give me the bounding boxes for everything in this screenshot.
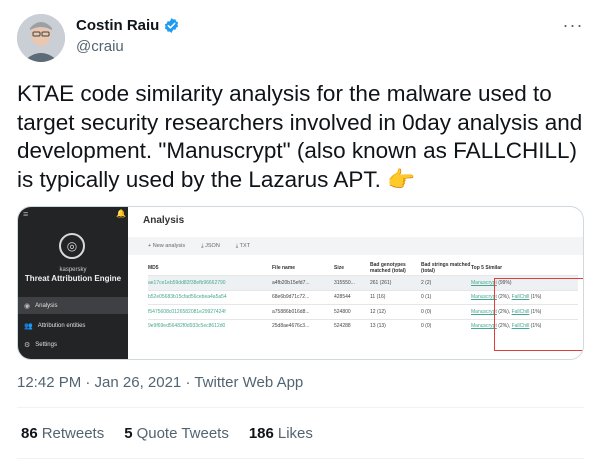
cell-file: a75886b016d8...: [272, 308, 310, 315]
more-options-icon[interactable]: ···: [558, 12, 588, 38]
similar-link: Manuscrypt: [471, 294, 497, 301]
cell-strings: 2 (2): [421, 279, 432, 286]
cell-file: a4fb20b15efd7...: [272, 279, 310, 286]
cell-size: 315550...: [334, 279, 355, 286]
column-bad-strings: Bad strings matched (total): [421, 262, 471, 274]
cell-strings: 0 (0): [421, 308, 432, 315]
download-icon: ⤓: [201, 242, 204, 249]
tae-logo-icon: ◎: [59, 233, 85, 259]
author-name-row[interactable]: Costin Raiu: [76, 17, 180, 34]
cell-md5: f5475608c0126582081e29927424f: [148, 308, 226, 315]
product-name: Threat Attribution Engine: [24, 274, 122, 283]
panel-toolbar: + New analysis ⤓ JSON ⤓ TXT: [128, 237, 583, 255]
cell-genotypes: 261 (261): [370, 279, 392, 286]
json-label: JSON: [205, 242, 220, 249]
quotes-label: Quote Tweets: [136, 425, 229, 442]
kaspersky-sidebar: ≡ 🔔 ◎ kaspersky Threat Attribution Engin…: [18, 207, 128, 359]
panel-title: Analysis: [143, 215, 185, 226]
cell-strings: 0 (1): [421, 294, 432, 301]
entities-icon: 👥: [24, 322, 33, 330]
retweets-label: Retweets: [41, 425, 105, 442]
verified-badge-icon: [165, 18, 179, 33]
new-analysis-button: + New analysis: [148, 243, 186, 249]
avatar-image: [17, 14, 65, 62]
quotes-count: 5: [124, 425, 133, 442]
sidebar-item-label: Attribution entities: [37, 322, 86, 329]
cell-file: 68e6b9d71c72...: [272, 294, 310, 301]
tweet-stats: 86 Retweets 5 Quote Tweets 186 Likes: [21, 425, 313, 442]
cell-strings: 0 (0): [421, 323, 432, 330]
cell-md5: b52e05683b15cfad56cebea4a5a54: [148, 294, 227, 301]
tweet-text: KTAE code similarity analysis for the ma…: [17, 81, 583, 192]
sidebar-item-label: Settings: [35, 341, 57, 348]
tweet-media-image[interactable]: ≡ 🔔 ◎ kaspersky Threat Attribution Engin…: [17, 206, 584, 360]
cell-size: 428544: [334, 294, 351, 301]
tweet-timestamp[interactable]: 12:42 PM · Jan 26, 2021 · Twitter Web Ap…: [17, 374, 303, 391]
settings-icon: ⚙: [24, 341, 31, 349]
author-handle[interactable]: @craiu: [76, 38, 124, 55]
similar-link: Manuscrypt: [471, 323, 497, 330]
cell-size: 524288: [334, 323, 351, 330]
column-md5: MD5: [148, 265, 159, 271]
sidebar-item-settings: ⚙ Settings: [18, 336, 128, 353]
bell-icon: 🔔: [116, 209, 126, 218]
cell-genotypes: 13 (13): [370, 323, 386, 330]
likes-count: 186: [248, 425, 274, 442]
brand-name: kaspersky: [59, 267, 87, 273]
column-file-name: File name: [272, 265, 296, 271]
likes-stat[interactable]: 186 Likes: [249, 425, 313, 442]
analysis-icon: ◉: [24, 302, 31, 310]
likes-label: Likes: [277, 425, 313, 442]
avatar[interactable]: [17, 14, 65, 62]
cell-md5: 9e9f69ed56482f0d933c5ec8612d0: [148, 323, 226, 330]
column-size: Size: [334, 265, 345, 271]
txt-label: TXT: [239, 242, 251, 249]
table-header: MD5 File name Size Bad genotypes matched…: [148, 261, 578, 275]
txt-export-button: ⤓ TXT: [236, 243, 250, 250]
download-icon: ⤓: [235, 242, 239, 249]
author-name[interactable]: Costin Raiu: [76, 17, 159, 34]
highlight-box: [494, 278, 583, 351]
retweets-count: 86: [21, 425, 38, 442]
hamburger-menu-icon: ≡: [23, 209, 29, 219]
json-export-button: ⤓ JSON: [201, 243, 220, 250]
quote-tweets-stat[interactable]: 5 Quote Tweets: [124, 425, 229, 442]
cell-file: 25d8ae4676c3...: [272, 323, 310, 330]
similar-link: Manuscrypt: [471, 279, 497, 286]
sidebar-item-attribution-entities: 👥 Attribution entities: [18, 317, 128, 334]
cell-md5: ae17ce1eb59dd82f38efb96662790: [148, 279, 226, 286]
sidebar-item-label: Analysis: [35, 302, 58, 309]
column-bad-genotypes: Bad genotypes matched (total): [370, 262, 406, 274]
sidebar-item-analysis: ◉ Analysis: [18, 297, 128, 314]
column-top5-similar: Top 5 Similar: [471, 265, 503, 271]
retweets-stat[interactable]: 86 Retweets: [21, 425, 104, 442]
similar-link: Manuscrypt: [471, 308, 497, 315]
cell-genotypes: 11 (16): [370, 294, 386, 301]
cell-genotypes: 12 (12): [370, 308, 386, 315]
divider: [17, 407, 584, 408]
cell-size: 524800: [334, 308, 351, 315]
